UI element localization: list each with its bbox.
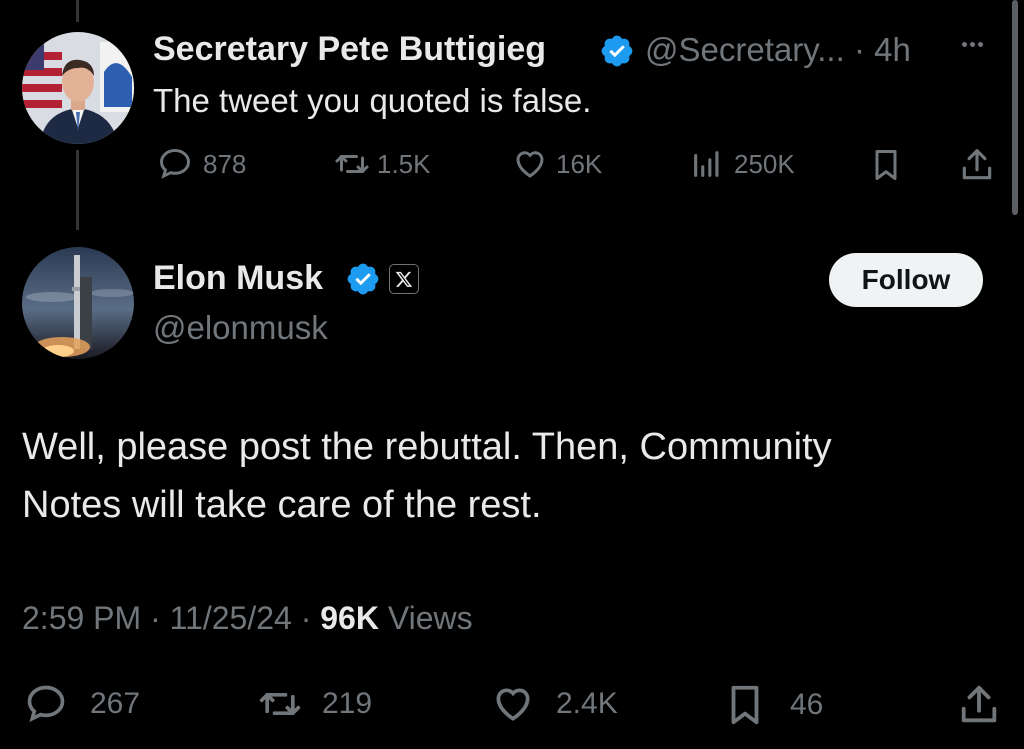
- thread-line-top: [76, 0, 79, 22]
- like-icon: [512, 146, 548, 182]
- repost-icon: [256, 682, 304, 726]
- quoted-like-count: 16K: [556, 148, 603, 179]
- reply-reply-action[interactable]: 267: [24, 682, 140, 726]
- reply-like-count: 2.4K: [556, 687, 618, 720]
- reply-repost-count: 219: [322, 687, 373, 720]
- bookmark-icon: [722, 682, 768, 728]
- quoted-share-action[interactable]: [958, 146, 996, 184]
- reply-icon: [157, 146, 193, 182]
- meta-separator: ·: [300, 600, 321, 636]
- quoted-like-action[interactable]: 16K: [512, 146, 602, 182]
- reply-bookmark-count: 46: [790, 688, 824, 721]
- share-icon: [958, 146, 996, 184]
- quoted-display-name[interactable]: Secretary Pete Buttigieg: [153, 30, 546, 69]
- reply-share-action[interactable]: [956, 682, 1002, 728]
- verified-icon: [599, 33, 635, 74]
- quoted-repost-action[interactable]: 1.5K: [333, 146, 431, 182]
- views-icon: [690, 146, 724, 182]
- avatar-elonmusk[interactable]: [22, 247, 134, 359]
- reply-icon: [24, 682, 68, 726]
- views-count: 96K: [320, 600, 379, 636]
- more-icon[interactable]: [962, 42, 983, 47]
- thread-line-connector: [76, 150, 79, 230]
- like-icon: [490, 682, 536, 726]
- quoted-repost-count: 1.5K: [377, 148, 431, 179]
- quoted-reply-action[interactable]: 878: [157, 146, 246, 182]
- quoted-views-action[interactable]: 250K: [690, 146, 795, 182]
- reply-bookmark-action[interactable]: 46: [722, 682, 823, 728]
- reply-repost-action[interactable]: 219: [256, 682, 372, 726]
- avatar-buttigieg[interactable]: [22, 32, 134, 144]
- quoted-reply-count: 878: [203, 148, 247, 179]
- share-icon: [956, 682, 1002, 728]
- views-label: Views: [387, 600, 473, 636]
- reply-tweet-text-line2: Notes will take care of the rest.: [22, 484, 542, 526]
- scrollbar[interactable]: [1012, 0, 1018, 215]
- reply-reply-count: 267: [90, 687, 141, 720]
- bookmark-icon: [868, 146, 904, 184]
- quoted-bookmark-action[interactable]: [868, 146, 904, 184]
- meta-separator: ·: [150, 600, 170, 636]
- reply-handle[interactable]: @elonmusk: [153, 309, 328, 347]
- repost-icon: [333, 146, 371, 182]
- tweet-meta: 2:59 PM · 11/25/24 · 96K Views: [22, 600, 473, 637]
- reply-display-name[interactable]: Elon Musk: [153, 259, 323, 298]
- x-logo-icon: [389, 264, 419, 294]
- reply-like-action[interactable]: 2.4K: [490, 682, 618, 726]
- tweet-time[interactable]: 2:59 PM: [22, 600, 141, 636]
- tweet-date[interactable]: 11/25/24: [170, 600, 292, 636]
- quoted-views-count: 250K: [734, 148, 795, 179]
- quoted-tweet-text: The tweet you quoted is false.: [153, 82, 592, 119]
- verified-icon: [345, 261, 381, 302]
- reply-tweet-text-line1: Well, please post the rebuttal. Then, Co…: [22, 426, 832, 468]
- follow-button[interactable]: Follow: [829, 253, 983, 307]
- quoted-handle-time[interactable]: @Secretary... · 4h: [645, 31, 911, 69]
